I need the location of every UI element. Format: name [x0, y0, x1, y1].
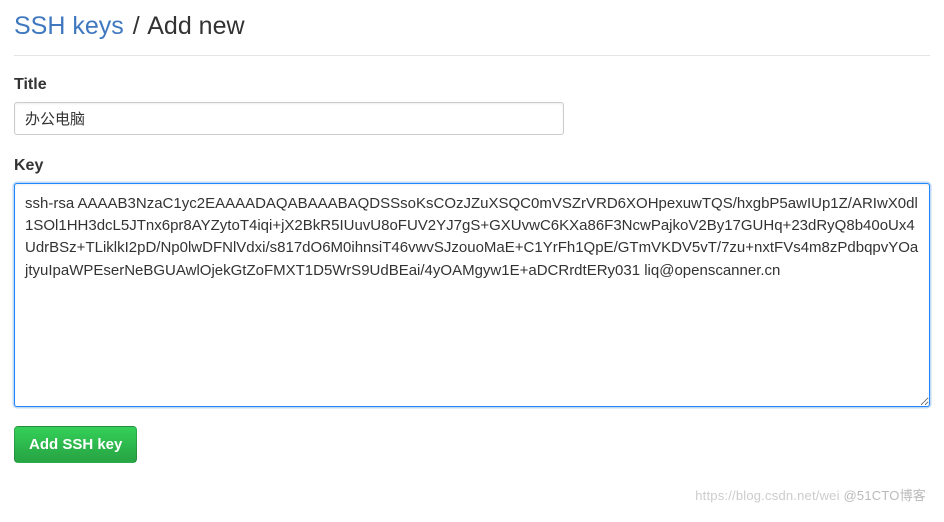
title-input[interactable] — [14, 102, 564, 135]
ssh-keys-link[interactable]: SSH keys — [14, 12, 124, 40]
watermark: https://blog.csdn.net/wei @51CTO博客 — [695, 485, 926, 504]
add-ssh-key-button[interactable]: Add SSH key — [14, 426, 137, 463]
page-title: SSH keys / Add new — [14, 12, 930, 56]
watermark-right: @51CTO博客 — [844, 488, 926, 503]
breadcrumb-separator: / — [131, 12, 142, 40]
title-label: Title — [14, 76, 930, 94]
breadcrumb-current: Add new — [147, 12, 244, 40]
key-label: Key — [14, 157, 930, 175]
watermark-left: https://blog.csdn.net/wei — [695, 488, 839, 503]
key-textarea[interactable] — [14, 183, 930, 407]
